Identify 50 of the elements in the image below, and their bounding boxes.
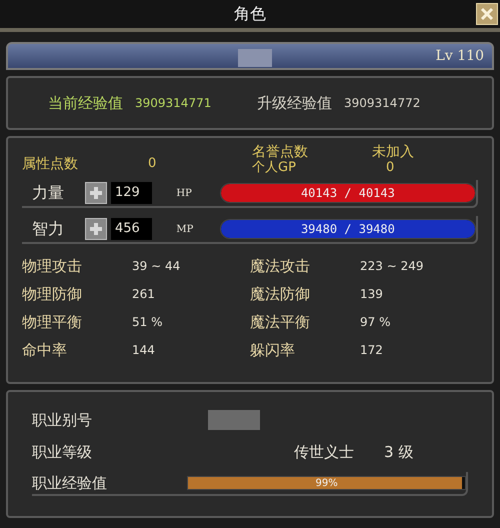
next-exp-value: 3909314772: [344, 95, 420, 112]
bar-label: HP: [175, 186, 193, 200]
stat-number: 261: [132, 286, 155, 303]
stat-name: 物理防御: [22, 284, 83, 305]
job-alias-label: 职业别号: [32, 410, 93, 431]
stat-number: 51 %: [132, 314, 162, 331]
close-button[interactable]: [476, 3, 498, 25]
next-exp-label: 升级经验值: [257, 92, 332, 114]
attribute-points-label: 属性点数: [22, 154, 79, 174]
blurred-name: [238, 49, 272, 67]
current-exp-label: 当前经验值: [48, 92, 123, 114]
current-exp-value: 3909314771: [135, 95, 212, 112]
gp-label: 个人GP: [252, 160, 297, 176]
honor-points-value: 未加入: [372, 144, 414, 160]
bar-reading: 40143 / 40143: [300, 185, 396, 202]
job-exp-label: 职业经验值: [32, 472, 108, 494]
stat-number: 144: [132, 342, 155, 359]
stat-number: 223 ~ 249: [360, 258, 424, 275]
stat-number: 97 %: [360, 314, 390, 331]
job-level-label: 职业等级: [32, 442, 93, 463]
add-button[interactable]: [85, 218, 107, 240]
stat-name: 物理攻击: [22, 256, 83, 277]
job-exp-reading: 99%: [314, 477, 339, 489]
stat-name: 命中率: [22, 340, 68, 361]
stat-label: 智力: [32, 218, 65, 240]
stat-value: 129: [110, 182, 152, 204]
stat-name: 魔法攻击: [250, 256, 311, 277]
stat-label: 力量: [32, 182, 65, 204]
bar-label: MP: [175, 222, 194, 236]
plus-icon: [89, 222, 104, 236]
blurred-alias: [208, 410, 260, 430]
gp-value: 0: [386, 160, 394, 176]
stat-number: 172: [360, 342, 383, 359]
attribute-points-value: 0: [148, 155, 156, 174]
stat-number: 39 ~ 44: [132, 258, 180, 275]
stat-value: 456: [110, 218, 152, 240]
job-level-name: 传世义士: [294, 442, 355, 463]
stat-name: 魔法防御: [250, 284, 311, 305]
stat-name: 躲闪率: [250, 340, 296, 361]
add-button[interactable]: [85, 182, 107, 204]
stat-number: 139: [360, 286, 383, 303]
stat-name: 物理平衡: [22, 312, 83, 333]
window-title: 角色: [234, 3, 266, 25]
close-icon: [480, 7, 494, 21]
job-level-value: 3 级: [384, 442, 414, 463]
plus-icon: [89, 186, 104, 200]
stat-name: 魔法平衡: [250, 312, 311, 333]
level-text: Lv 110: [436, 46, 484, 66]
bar-reading: 39480 / 39480: [300, 221, 396, 238]
honor-points-label: 名誉点数: [252, 144, 309, 160]
